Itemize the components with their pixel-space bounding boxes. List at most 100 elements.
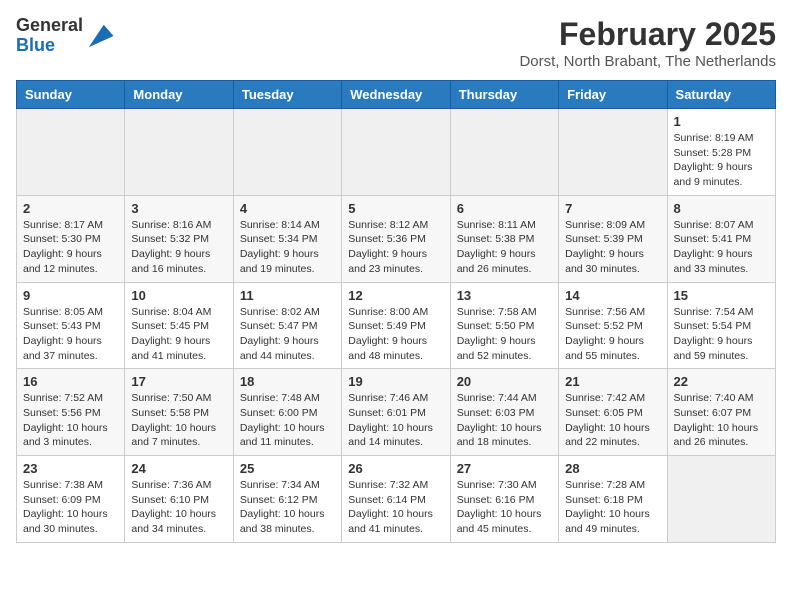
day-number: 12 bbox=[348, 288, 443, 303]
day-number: 11 bbox=[240, 288, 335, 303]
day-number: 15 bbox=[674, 288, 769, 303]
day-number: 24 bbox=[131, 461, 226, 476]
day-info: Sunrise: 8:07 AM Sunset: 5:41 PM Dayligh… bbox=[674, 218, 769, 277]
day-number: 14 bbox=[565, 288, 660, 303]
calendar-cell: 24 Sunrise: 7:36 AM Sunset: 6:10 PM Dayli… bbox=[125, 456, 233, 543]
day-number: 6 bbox=[457, 201, 552, 216]
day-info: Sunrise: 7:48 AM Sunset: 6:00 PM Dayligh… bbox=[240, 391, 335, 450]
column-header-wednesday: Wednesday bbox=[342, 81, 450, 109]
column-header-saturday: Saturday bbox=[667, 81, 775, 109]
day-number: 23 bbox=[23, 461, 118, 476]
day-info: Sunrise: 7:52 AM Sunset: 5:56 PM Dayligh… bbox=[23, 391, 118, 450]
calendar-cell: 9 Sunrise: 8:05 AM Sunset: 5:43 PM Daylig… bbox=[17, 282, 125, 369]
day-info: Sunrise: 8:12 AM Sunset: 5:36 PM Dayligh… bbox=[348, 218, 443, 277]
day-info: Sunrise: 8:05 AM Sunset: 5:43 PM Dayligh… bbox=[23, 305, 118, 364]
day-info: Sunrise: 7:32 AM Sunset: 6:14 PM Dayligh… bbox=[348, 478, 443, 537]
day-number: 17 bbox=[131, 374, 226, 389]
calendar-week-row: 23Sunrise: 7:38 AM Sunset: 6:09 PM Dayli… bbox=[17, 456, 776, 543]
day-number: 5 bbox=[348, 201, 443, 216]
day-info: Sunrise: 7:42 AM Sunset: 6:05 PM Dayligh… bbox=[565, 391, 660, 450]
day-number: 18 bbox=[240, 374, 335, 389]
day-info: Sunrise: 7:46 AM Sunset: 6:01 PM Dayligh… bbox=[348, 391, 443, 450]
calendar-cell: 2 Sunrise: 8:17 AM Sunset: 5:30 PM Daylig… bbox=[17, 195, 125, 282]
day-info: Sunrise: 7:34 AM Sunset: 6:12 PM Dayligh… bbox=[240, 478, 335, 537]
calendar-cell: 8 Sunrise: 8:07 AM Sunset: 5:41 PM Daylig… bbox=[667, 195, 775, 282]
day-number: 1 bbox=[674, 114, 769, 129]
calendar-cell: 3 Sunrise: 8:16 AM Sunset: 5:32 PM Daylig… bbox=[125, 195, 233, 282]
page-header: General Blue February 2025 Dorst, North … bbox=[16, 16, 776, 70]
calendar-cell: 6 Sunrise: 8:11 AM Sunset: 5:38 PM Daylig… bbox=[450, 195, 558, 282]
day-number: 3 bbox=[131, 201, 226, 216]
column-header-tuesday: Tuesday bbox=[233, 81, 341, 109]
day-info: Sunrise: 7:40 AM Sunset: 6:07 PM Dayligh… bbox=[674, 391, 769, 450]
calendar-cell: 11Sunrise: 8:02 AM Sunset: 5:47 PM Dayli… bbox=[233, 282, 341, 369]
page-subtitle: Dorst, North Brabant, The Netherlands bbox=[519, 53, 776, 70]
day-info: Sunrise: 7:54 AM Sunset: 5:54 PM Dayligh… bbox=[674, 305, 769, 364]
calendar-cell: 4 Sunrise: 8:14 AM Sunset: 5:34 PM Daylig… bbox=[233, 195, 341, 282]
day-number: 4 bbox=[240, 201, 335, 216]
calendar-cell bbox=[559, 109, 667, 196]
calendar-cell: 18 Sunrise: 7:48 AM Sunset: 6:00 PM Dayli… bbox=[233, 369, 341, 456]
day-number: 19 bbox=[348, 374, 443, 389]
column-header-monday: Monday bbox=[125, 81, 233, 109]
calendar-cell: 10 Sunrise: 8:04 AM Sunset: 5:45 PM Dayli… bbox=[125, 282, 233, 369]
calendar-cell: 7Sunrise: 8:09 AM Sunset: 5:39 PM Daylig… bbox=[559, 195, 667, 282]
day-number: 22 bbox=[674, 374, 769, 389]
title-block: February 2025 Dorst, North Brabant, The … bbox=[519, 16, 776, 70]
calendar-table: SundayMondayTuesdayWednesdayThursdayFrid… bbox=[16, 80, 776, 543]
day-info: Sunrise: 7:28 AM Sunset: 6:18 PM Dayligh… bbox=[565, 478, 660, 537]
calendar-cell bbox=[17, 109, 125, 196]
calendar-week-row: 16 Sunrise: 7:52 AM Sunset: 5:56 PM Dayli… bbox=[17, 369, 776, 456]
day-number: 8 bbox=[674, 201, 769, 216]
day-info: Sunrise: 8:16 AM Sunset: 5:32 PM Dayligh… bbox=[131, 218, 226, 277]
logo-blue: Blue bbox=[16, 36, 83, 56]
day-number: 25 bbox=[240, 461, 335, 476]
calendar-cell: 22 Sunrise: 7:40 AM Sunset: 6:07 PM Dayli… bbox=[667, 369, 775, 456]
day-info: Sunrise: 8:19 AM Sunset: 5:28 PM Dayligh… bbox=[674, 131, 769, 190]
day-info: Sunrise: 7:44 AM Sunset: 6:03 PM Dayligh… bbox=[457, 391, 552, 450]
day-number: 2 bbox=[23, 201, 118, 216]
calendar-cell: 16 Sunrise: 7:52 AM Sunset: 5:56 PM Dayli… bbox=[17, 369, 125, 456]
day-number: 16 bbox=[23, 374, 118, 389]
calendar-cell bbox=[667, 456, 775, 543]
day-number: 10 bbox=[131, 288, 226, 303]
calendar-header-row: SundayMondayTuesdayWednesdayThursdayFrid… bbox=[17, 81, 776, 109]
column-header-thursday: Thursday bbox=[450, 81, 558, 109]
calendar-cell bbox=[450, 109, 558, 196]
day-info: Sunrise: 8:17 AM Sunset: 5:30 PM Dayligh… bbox=[23, 218, 118, 277]
logo-icon bbox=[85, 21, 115, 51]
calendar-cell: 13Sunrise: 7:58 AM Sunset: 5:50 PM Dayli… bbox=[450, 282, 558, 369]
day-number: 13 bbox=[457, 288, 552, 303]
calendar-cell: 25 Sunrise: 7:34 AM Sunset: 6:12 PM Dayli… bbox=[233, 456, 341, 543]
calendar-cell: 15 Sunrise: 7:54 AM Sunset: 5:54 PM Dayli… bbox=[667, 282, 775, 369]
calendar-cell: 23Sunrise: 7:38 AM Sunset: 6:09 PM Dayli… bbox=[17, 456, 125, 543]
logo-text: General Blue bbox=[16, 16, 83, 56]
day-number: 20 bbox=[457, 374, 552, 389]
day-info: Sunrise: 8:11 AM Sunset: 5:38 PM Dayligh… bbox=[457, 218, 552, 277]
day-info: Sunrise: 7:36 AM Sunset: 6:10 PM Dayligh… bbox=[131, 478, 226, 537]
calendar-cell: 17 Sunrise: 7:50 AM Sunset: 5:58 PM Dayli… bbox=[125, 369, 233, 456]
calendar-cell: 27Sunrise: 7:30 AM Sunset: 6:16 PM Dayli… bbox=[450, 456, 558, 543]
logo: General Blue bbox=[16, 16, 115, 56]
calendar-week-row: 1 Sunrise: 8:19 AM Sunset: 5:28 PM Daylig… bbox=[17, 109, 776, 196]
column-header-friday: Friday bbox=[559, 81, 667, 109]
logo-general: General bbox=[16, 16, 83, 36]
page-title: February 2025 bbox=[519, 16, 776, 53]
calendar-cell bbox=[125, 109, 233, 196]
calendar-week-row: 9 Sunrise: 8:05 AM Sunset: 5:43 PM Daylig… bbox=[17, 282, 776, 369]
day-info: Sunrise: 8:04 AM Sunset: 5:45 PM Dayligh… bbox=[131, 305, 226, 364]
day-info: Sunrise: 7:50 AM Sunset: 5:58 PM Dayligh… bbox=[131, 391, 226, 450]
calendar-cell bbox=[342, 109, 450, 196]
day-number: 9 bbox=[23, 288, 118, 303]
calendar-cell: 12 Sunrise: 8:00 AM Sunset: 5:49 PM Dayli… bbox=[342, 282, 450, 369]
day-info: Sunrise: 8:00 AM Sunset: 5:49 PM Dayligh… bbox=[348, 305, 443, 364]
calendar-cell: 26 Sunrise: 7:32 AM Sunset: 6:14 PM Dayli… bbox=[342, 456, 450, 543]
day-number: 27 bbox=[457, 461, 552, 476]
calendar-cell: 14Sunrise: 7:56 AM Sunset: 5:52 PM Dayli… bbox=[559, 282, 667, 369]
day-info: Sunrise: 8:14 AM Sunset: 5:34 PM Dayligh… bbox=[240, 218, 335, 277]
calendar-cell: 19 Sunrise: 7:46 AM Sunset: 6:01 PM Dayli… bbox=[342, 369, 450, 456]
day-number: 28 bbox=[565, 461, 660, 476]
day-number: 7 bbox=[565, 201, 660, 216]
calendar-cell: 1 Sunrise: 8:19 AM Sunset: 5:28 PM Daylig… bbox=[667, 109, 775, 196]
day-number: 26 bbox=[348, 461, 443, 476]
